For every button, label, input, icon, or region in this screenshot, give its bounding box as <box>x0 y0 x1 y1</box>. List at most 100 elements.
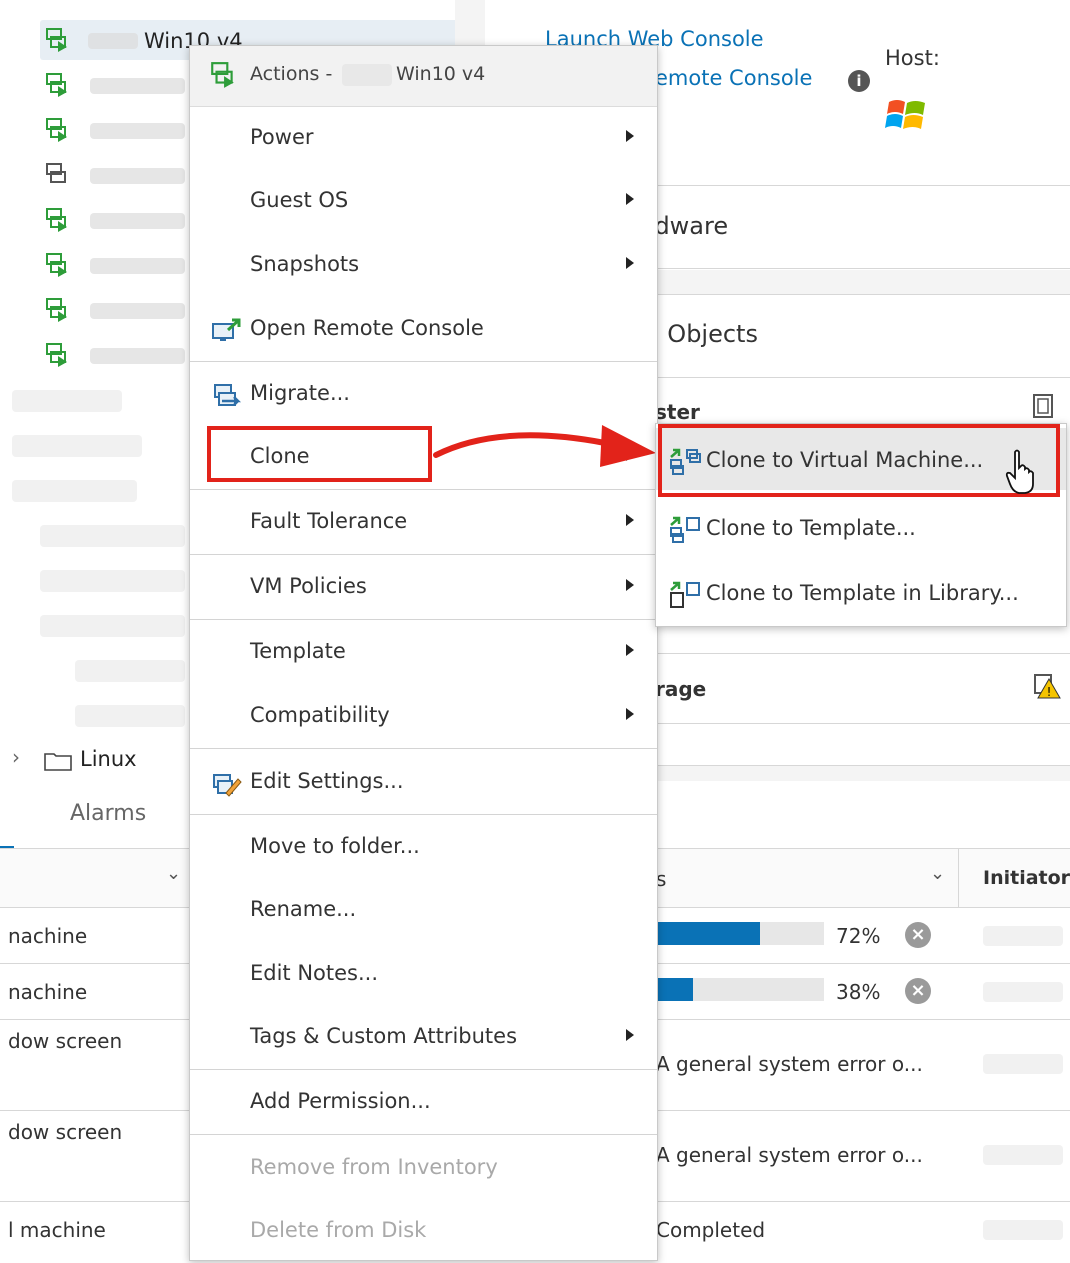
vm-powered-on-icon <box>46 73 67 97</box>
windows-os-icon <box>885 100 925 129</box>
tree-item-vm[interactable] <box>40 200 190 240</box>
submenu-arrow-icon <box>626 708 634 720</box>
storage-warning-icon: ! <box>1034 674 1061 699</box>
menu-item-label: Template <box>250 639 346 663</box>
blurred-tree-item[interactable] <box>40 525 185 547</box>
chevron-right-icon[interactable]: › <box>12 745 20 769</box>
task-progress-bar <box>658 978 824 1001</box>
menu-item-clone-to-template-in-library[interactable]: Clone to Template in Library... <box>656 561 1066 623</box>
tab-alarms[interactable]: Alarms <box>70 801 146 826</box>
menu-item-label: Fault Tolerance <box>250 509 408 533</box>
menu-item-snapshots[interactable]: Snapshots <box>190 235 657 297</box>
task-progress-text: 72% <box>836 924 881 948</box>
submenu-arrow-icon <box>626 1029 634 1041</box>
tree-item-linux-folder[interactable]: › Linux <box>10 745 190 775</box>
task-target: nachine <box>8 980 88 1004</box>
clone-to-vm-highlight-box <box>658 424 1060 497</box>
menu-item-compatibility[interactable]: Compatibility <box>190 686 657 748</box>
blurred-name <box>90 303 185 319</box>
blurred-vm-prefix <box>342 64 392 86</box>
vm-powered-on-icon <box>46 298 67 322</box>
tree-item-vm[interactable] <box>40 110 190 150</box>
menu-item-label: Clone to Template... <box>706 516 916 540</box>
menu-item-label: Add Permission... <box>250 1089 431 1113</box>
menu-item-label: Edit Settings... <box>250 769 404 793</box>
task-target: l machine <box>8 1218 106 1242</box>
blurred-tree-item[interactable] <box>12 390 122 412</box>
blurred-name <box>90 78 185 94</box>
svg-text:!: ! <box>1047 685 1052 699</box>
submenu-arrow-icon <box>626 514 634 526</box>
chevron-down-icon[interactable]: ⌄ <box>930 863 945 884</box>
menu-item-tags-custom-attributes[interactable]: Tags & Custom Attributes <box>190 1007 657 1069</box>
menu-item-remove-from-inventory: Remove from Inventory <box>190 1138 657 1200</box>
tree-item-vm[interactable] <box>40 245 190 285</box>
blurred-tree-item[interactable] <box>12 435 142 457</box>
vm-powered-on-icon <box>46 208 67 232</box>
menu-item-power[interactable]: Power <box>190 108 657 170</box>
menu-item-guest-os[interactable]: Guest OS <box>190 171 657 233</box>
annotation-arrow <box>433 425 656 467</box>
submenu-arrow-icon <box>626 193 634 205</box>
menu-item-label: Rename... <box>250 897 357 921</box>
migrate-icon <box>214 384 242 406</box>
menu-item-clone-to-template[interactable]: Clone to Template... <box>656 496 1066 558</box>
menu-separator <box>190 619 657 620</box>
menu-item-label: Open Remote Console <box>250 316 484 340</box>
blurred-tree-item[interactable] <box>75 705 185 727</box>
tree-item-vm[interactable] <box>40 335 190 375</box>
blurred-name <box>90 348 185 364</box>
menu-separator <box>190 814 657 815</box>
menu-item-label: Edit Notes... <box>250 961 379 985</box>
menu-item-move-to-folder[interactable]: Move to folder... <box>190 817 657 879</box>
clone-library-icon <box>670 581 700 608</box>
column-divider <box>958 849 959 907</box>
cancel-task-icon[interactable]: × <box>905 978 931 1004</box>
initiator-column-header[interactable]: Initiator <box>983 867 1070 889</box>
task-status: A general system error o... <box>656 1143 923 1167</box>
menu-item-rename[interactable]: Rename... <box>190 880 657 942</box>
menu-item-template[interactable]: Template <box>190 622 657 684</box>
menu-item-label: VM Policies <box>250 574 367 598</box>
menu-item-label: Compatibility <box>250 703 390 727</box>
menu-header-vm-name: Win10 v4 <box>396 63 486 85</box>
blurred-initiator <box>983 1145 1063 1165</box>
task-status: Completed <box>656 1218 766 1242</box>
menu-item-edit-notes[interactable]: Edit Notes... <box>190 944 657 1006</box>
menu-item-label: Power <box>250 125 314 149</box>
blurred-tree-item[interactable] <box>40 615 185 637</box>
progress-fill <box>658 922 760 945</box>
vm-powered-on-icon <box>46 118 67 142</box>
launch-remote-console-link[interactable]: emote Console <box>655 66 812 90</box>
submenu-arrow-icon <box>626 644 634 656</box>
blurred-name <box>90 258 185 274</box>
menu-item-open-remote-console[interactable]: Open Remote Console <box>190 299 657 361</box>
menu-item-add-permission[interactable]: Add Permission... <box>190 1072 657 1134</box>
menu-separator <box>190 1069 657 1070</box>
tree-item-vm[interactable] <box>40 290 190 330</box>
storage-label: rage <box>655 677 707 701</box>
menu-item-label: Remove from Inventory <box>250 1155 498 1179</box>
task-target: nachine <box>8 924 88 948</box>
cancel-task-icon[interactable]: × <box>905 922 931 948</box>
task-status: A general system error o... <box>656 1052 923 1076</box>
menu-separator <box>190 554 657 555</box>
remote-console-icon <box>212 318 241 341</box>
tree-item-vm[interactable] <box>40 155 190 195</box>
menu-separator <box>190 1134 657 1135</box>
blurred-tree-item[interactable] <box>40 570 185 592</box>
menu-item-vm-policies[interactable]: VM Policies <box>190 557 657 619</box>
chevron-down-icon[interactable]: ⌄ <box>166 863 181 884</box>
menu-item-edit-settings[interactable]: Edit Settings... <box>190 752 657 814</box>
blurred-name <box>90 123 185 139</box>
tree-item-vm[interactable] <box>40 65 190 105</box>
blurred-tree-item[interactable] <box>75 660 185 682</box>
host-label: Host: <box>885 46 940 70</box>
hand-pointer-cursor-icon <box>1005 449 1034 494</box>
blurred-tree-item[interactable] <box>12 480 137 502</box>
task-target: dow screen <box>8 1120 123 1144</box>
actions-context-menu: Actions - Win10 v4 Power Guest OS Snapsh… <box>189 45 658 1261</box>
info-icon[interactable]: i <box>848 70 870 92</box>
task-target: dow screen <box>8 1029 123 1053</box>
menu-item-fault-tolerance[interactable]: Fault Tolerance <box>190 492 657 554</box>
